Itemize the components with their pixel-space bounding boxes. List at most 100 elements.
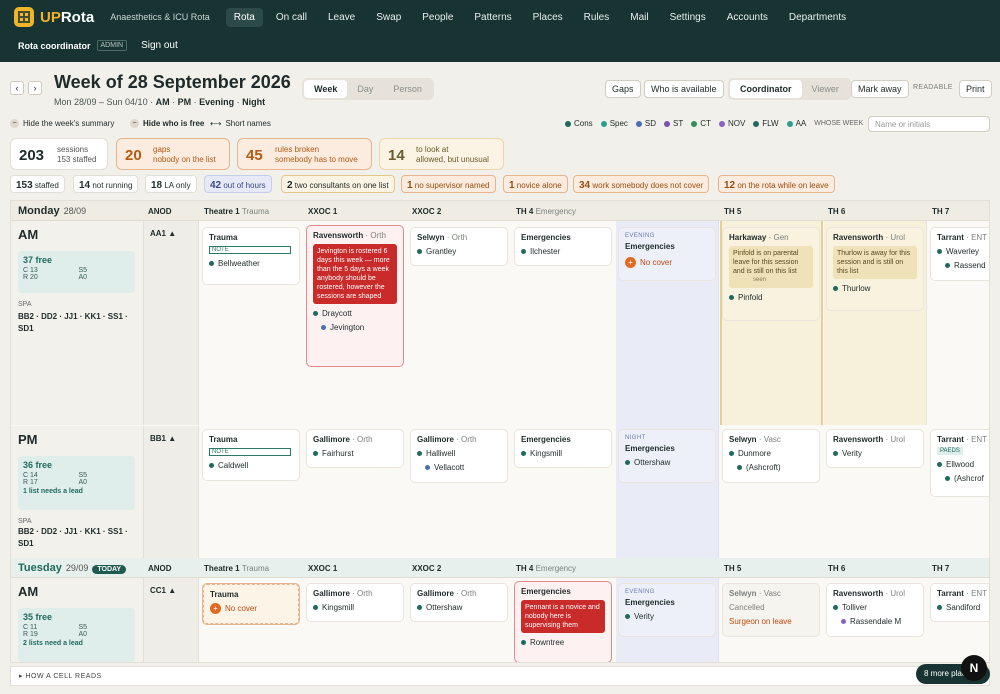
anod-cell[interactable]: CC1 ▲ xyxy=(144,578,199,662)
chip-no-supervisor[interactable]: 1 no supervisor named xyxy=(401,175,496,193)
who-available-button[interactable]: Who is available xyxy=(644,80,724,98)
session-card[interactable]: EVENING Emergencies Verity xyxy=(619,584,715,636)
session-card[interactable]: Tarrant · ENT Sandiford xyxy=(931,584,989,621)
anod-cell[interactable]: AA1 ▲ xyxy=(144,221,199,425)
legend-aa[interactable]: AA xyxy=(786,119,806,128)
stat-look-at[interactable]: 14 to look at allowed, but unusual xyxy=(379,138,504,170)
session-card[interactable]: Ravensworth · Urol Verity xyxy=(827,430,923,467)
legend-nov[interactable]: NOV xyxy=(718,119,745,128)
chip-uncovered-work[interactable]: 34 work somebody does not cover xyxy=(573,175,710,193)
session-card[interactable]: Trauma NOTE Bellweather xyxy=(203,228,299,284)
plus-icon: + xyxy=(210,603,221,614)
session-card[interactable]: Selwyn · Orth Grantley xyxy=(411,228,507,265)
session-am-tuesday: AM 35 free C 11 S5 R 19 A0 2 lists need a … xyxy=(11,578,144,662)
sign-out-link[interactable]: Sign out xyxy=(141,40,178,51)
chip-la-only[interactable]: 18 LA only xyxy=(145,175,197,193)
session-card[interactable]: Emergencies Kingsmill xyxy=(515,430,611,467)
summary-toggle[interactable]: − Hide the week's summary xyxy=(10,119,114,128)
search-input[interactable]: Name or initials xyxy=(868,116,990,132)
free-summary[interactable]: 37 free C 13 S5 R 20 A0 xyxy=(18,251,135,293)
anod-cell[interactable]: BB1 ▲ xyxy=(144,426,199,558)
nav-rota[interactable]: Rota xyxy=(225,7,263,27)
rota-grid: Monday 28/09 ANOD Theatre 1 Trauma XXOC 1… xyxy=(10,200,990,663)
session-card[interactable]: Ravensworth · Orth Jevington is rostered … xyxy=(307,226,403,366)
nav-patterns[interactable]: Patterns xyxy=(466,8,519,27)
nav-places[interactable]: Places xyxy=(525,8,571,27)
notifications-button[interactable]: N xyxy=(961,655,987,681)
nav-rules[interactable]: Rules xyxy=(576,8,618,27)
session-card[interactable]: Gallimore · Orth Fairhurst xyxy=(307,430,403,467)
view-week[interactable]: Week xyxy=(304,80,348,98)
week-range: Mon 28/09 – Sun 04/10 · AM · PM · Evenin… xyxy=(54,97,266,107)
session-card[interactable]: Selwyn · Vasc Cancelled Surgeon on leave xyxy=(723,584,819,636)
session-card[interactable]: Tarrant · ENT Waverley Rassend xyxy=(931,228,989,280)
chip-not-running[interactable]: 14 not running xyxy=(73,175,139,193)
nav-mail[interactable]: Mail xyxy=(622,8,656,27)
view-switch: Week Day Person xyxy=(302,78,434,100)
session-card[interactable]: Selwyn · Vasc Dunmore (Ashcroft) xyxy=(723,430,819,482)
session-card[interactable]: Tarrant · ENT PAEDS Ellwood (Ashcrof xyxy=(931,430,989,496)
coordinator-mode[interactable]: Coordinator xyxy=(730,80,802,98)
session-card[interactable]: Harkaway · Gen Pinfold is on parental lea… xyxy=(723,228,819,320)
legend-st[interactable]: ST xyxy=(664,119,683,128)
session-card[interactable]: Trauma + No cover xyxy=(203,584,299,624)
legend-sd[interactable]: SD xyxy=(635,119,656,128)
plus-icon: + xyxy=(625,257,636,268)
readable-toggle[interactable]: READABLE xyxy=(913,84,953,91)
nav-on-call[interactable]: On call xyxy=(268,8,315,27)
chip-two-consultants[interactable]: 2 two consultants on one list xyxy=(281,175,395,193)
prev-week-button[interactable]: ‹ xyxy=(10,81,24,95)
mark-away-button[interactable]: Mark away xyxy=(851,80,909,98)
today-badge: TODAY xyxy=(92,565,127,574)
viewer-mode[interactable]: Viewer xyxy=(802,80,849,98)
legend-spec[interactable]: Spec xyxy=(600,119,628,128)
chip-on-leave[interactable]: 12 on the rota while on leave xyxy=(718,175,835,193)
session-card[interactable]: Emergencies Ilchester xyxy=(515,228,611,265)
legend-flw[interactable]: FLW xyxy=(753,119,779,128)
nav-settings[interactable]: Settings xyxy=(662,8,714,27)
session-card[interactable]: Ravensworth · Urol Tolliver Rassendale M xyxy=(827,584,923,636)
minus-icon: − xyxy=(130,119,139,128)
free-toggle[interactable]: − Hide who is free xyxy=(130,119,204,128)
next-week-button[interactable]: › xyxy=(28,81,42,95)
view-person[interactable]: Person xyxy=(383,80,432,98)
legend-ct[interactable]: CT xyxy=(691,119,711,128)
whose-week-label: WHOSE WEEK xyxy=(814,120,864,127)
app-logo[interactable]: UP Rota xyxy=(14,7,94,27)
session-card[interactable]: Trauma NOTE Caldwell xyxy=(203,430,299,480)
chip-out-of-hours[interactable]: 42 out of hours xyxy=(204,175,272,193)
session-card[interactable]: Emergencies Pennant is a novice and nobod… xyxy=(515,582,611,662)
nav-departments[interactable]: Departments xyxy=(781,8,854,27)
day-header-tuesday: Tuesday 29/09 TODAY ANOD Theatre 1 Trauma … xyxy=(11,558,989,578)
free-summary[interactable]: 36 free C 14 S5 R 17 A0 1 list needs a lea… xyxy=(18,456,135,510)
chip-staffed[interactable]: 153 staffed xyxy=(10,175,65,193)
nav-people[interactable]: People xyxy=(414,8,461,27)
cell-legend-toggle[interactable]: ▸ HOW A CELL READS xyxy=(10,666,990,686)
session-card[interactable]: Gallimore · Orth Kingsmill xyxy=(307,584,403,621)
session-card[interactable]: Gallimore · Orth Halliwell Vellacott xyxy=(411,430,507,482)
session-am-monday: AM 37 free C 13 S5 R 20 A0 SPA BB2 · DD2 ·… xyxy=(11,221,144,425)
stat-rules-broken[interactable]: 45 rules broken somebody has to move xyxy=(237,138,372,170)
session-card[interactable]: NIGHT Emergencies Ottershaw xyxy=(619,430,715,482)
chip-novice-alone[interactable]: 1 novice alone xyxy=(503,175,568,193)
stat-gaps[interactable]: 20 gaps nobody on the list xyxy=(116,138,230,170)
view-day[interactable]: Day xyxy=(347,80,383,98)
gaps-button[interactable]: Gaps xyxy=(605,80,641,98)
day-header-monday: Monday 28/09 ANOD Theatre 1 Trauma XXOC 1… xyxy=(11,201,989,221)
short-names-toggle[interactable]: ⟷ Short names xyxy=(210,119,271,128)
free-summary[interactable]: 35 free C 11 S5 R 19 A0 2 lists need a lea… xyxy=(18,608,135,662)
nav-accounts[interactable]: Accounts xyxy=(719,8,776,27)
top-bar: UP Rota Anaesthetics & ICU Rota Rota On c… xyxy=(0,0,1000,62)
user-role: Rota coordinator xyxy=(18,40,91,51)
stat-sessions[interactable]: 203 sessions 153 staffed xyxy=(10,138,108,170)
legend-cons[interactable]: Cons xyxy=(565,119,593,128)
print-button[interactable]: Print xyxy=(959,80,992,98)
arrows-icon: ⟷ xyxy=(210,119,222,128)
session-card[interactable]: Ravensworth · Urol Thurlow is away for th… xyxy=(827,228,923,310)
session-card[interactable]: Gallimore · Orth Ottershaw xyxy=(411,584,507,621)
nav-swap[interactable]: Swap xyxy=(368,8,409,27)
grade-legend: Cons Spec SD ST CT NOV FLW AA WHOSE WEEK xyxy=(565,119,863,128)
session-card[interactable]: EVENING Emergencies + No cover xyxy=(619,228,715,280)
nav-leave[interactable]: Leave xyxy=(320,8,363,27)
page-title: Week of 28 September 2026 xyxy=(54,72,291,92)
